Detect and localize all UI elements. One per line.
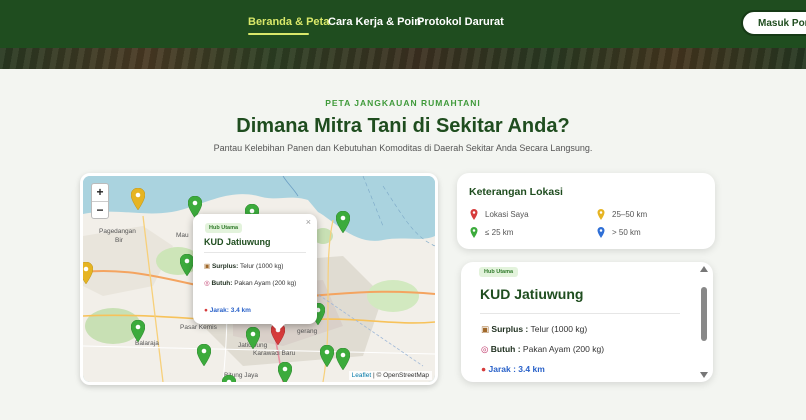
leaflet-link[interactable]: Leaflet — [352, 372, 372, 379]
green-map-marker[interactable] — [222, 375, 236, 385]
map-attribution: Leaflet | © OpenStreetMap — [348, 371, 432, 380]
popup-surplus-label: Surplus: — [211, 263, 239, 270]
green-map-marker[interactable] — [246, 327, 260, 349]
detail-surplus-row: ▣ Surplus : Telur (1000 kg) — [481, 324, 587, 335]
active-link-underline — [248, 33, 309, 35]
green-pin-icon — [470, 227, 478, 238]
place-label: Mau — [176, 232, 189, 239]
green-map-marker[interactable] — [180, 254, 194, 276]
nav-link-beranda[interactable]: Beranda & Peta — [248, 16, 329, 28]
popup-badge: Hub Utama — [205, 223, 243, 233]
legend-label: Lokasi Saya — [485, 210, 529, 219]
blue-pin-icon — [597, 227, 605, 238]
detail-divider — [480, 313, 680, 314]
location-map[interactable]: + − Pagedangan Bir Mau Balaraja Pasar Ke… — [80, 173, 438, 385]
pin-icon: ● — [204, 307, 208, 314]
detail-distance: ● Jarak : 3.4 km — [481, 364, 545, 374]
target-icon: ◎ — [481, 344, 489, 354]
popup-butuh-row: ◎ Butuh: Pakan Ayam (200 kg) — [204, 279, 296, 287]
legend-card: Keterangan Lokasi Lokasi Saya 25–50 km ≤… — [457, 173, 715, 249]
popup-surplus-row: ▣ Surplus: Telur (1000 kg) — [204, 262, 283, 270]
green-map-marker[interactable] — [336, 211, 350, 233]
place-label: gerang — [297, 328, 318, 335]
popup-distance-text: Jarak: 3.4 km — [209, 307, 251, 314]
box-icon: ▣ — [204, 263, 211, 270]
detail-badge: Hub Utama — [479, 267, 519, 277]
nav-link-cara-kerja[interactable]: Cara Kerja & Poin — [328, 16, 421, 28]
green-map-marker[interactable] — [278, 362, 292, 384]
scroll-thumb[interactable] — [701, 287, 707, 341]
scroll-up-arrow-icon[interactable] — [700, 266, 708, 272]
legend-label: ≤ 25 km — [485, 228, 514, 237]
top-navbar: Beranda & Peta Cara Kerja & Poin Protoko… — [0, 0, 806, 48]
detail-butuh-row: ◎ Butuh : Pakan Ayam (200 kg) — [481, 344, 604, 355]
popup-distance: ● Jarak: 3.4 km — [204, 307, 251, 314]
popup-title: KUD Jatiuwung — [204, 237, 271, 247]
place-label: Bir — [115, 237, 123, 244]
green-map-marker[interactable] — [320, 345, 334, 367]
green-map-marker[interactable] — [197, 344, 211, 366]
detail-title: KUD Jatiuwung — [480, 286, 584, 302]
popup-butuh-label: Butuh: — [211, 280, 233, 287]
map-popup: × Hub Utama KUD Jatiuwung ▣ Surplus: Tel… — [193, 214, 317, 331]
detail-distance-text: Jarak : 3.4 km — [488, 364, 545, 374]
detail-surplus-value: Telur (1000 kg) — [530, 324, 588, 334]
detail-butuh-value: Pakan Ayam (200 kg) — [522, 344, 605, 354]
hero-image-strip — [0, 48, 806, 69]
attribution-separator: | — [373, 372, 375, 379]
red-pin-icon — [470, 209, 478, 220]
popup-divider — [204, 252, 306, 253]
legend-label: 25–50 km — [612, 210, 648, 219]
yellow-map-marker[interactable] — [131, 188, 145, 210]
popup-butuh-value: Pakan Ayam (200 kg) — [234, 280, 297, 287]
osm-attribution[interactable]: © OpenStreetMap — [377, 372, 429, 379]
pin-icon: ● — [481, 364, 487, 374]
place-label: Pasar Kemis — [180, 324, 217, 331]
section-kicker: PETA JANGKAUAN RUMAHTANI — [325, 98, 481, 108]
place-label: Karawaci Baru — [253, 350, 296, 357]
nav-link-protokol[interactable]: Protokol Darurat — [417, 16, 504, 28]
legend-label: > 50 km — [612, 228, 641, 237]
yellow-pin-icon — [597, 209, 605, 220]
detail-scrollbar[interactable] — [698, 266, 710, 380]
login-portal-button[interactable]: Masuk Portal — [741, 10, 806, 36]
green-map-marker[interactable] — [336, 348, 350, 370]
section-title: Dimana Mitra Tani di Sekitar Anda? — [236, 115, 570, 137]
scroll-down-arrow-icon[interactable] — [700, 372, 708, 378]
box-icon: ▣ — [481, 324, 490, 334]
section-subtitle: Pantau Kelebihan Panen dan Kebutuhan Kom… — [213, 143, 593, 153]
yellow-map-marker[interactable] — [80, 262, 93, 284]
target-icon: ◎ — [204, 280, 210, 287]
zoom-in-button[interactable]: + — [92, 184, 108, 201]
place-label: Pagedangan — [99, 228, 136, 235]
popup-close-button[interactable]: × — [306, 217, 311, 227]
popup-surplus-value: Telur (1000 kg) — [240, 263, 284, 270]
location-detail-card: Hub Utama KUD Jatiuwung ▣ Surplus : Telu… — [461, 262, 713, 382]
detail-surplus-label: Surplus : — [491, 324, 529, 334]
zoom-control: + − — [91, 183, 109, 219]
green-map-marker[interactable] — [131, 320, 145, 342]
detail-butuh-label: Butuh : — [490, 344, 521, 354]
legend-title: Keterangan Lokasi — [469, 186, 563, 198]
zoom-out-button[interactable]: − — [92, 201, 108, 218]
